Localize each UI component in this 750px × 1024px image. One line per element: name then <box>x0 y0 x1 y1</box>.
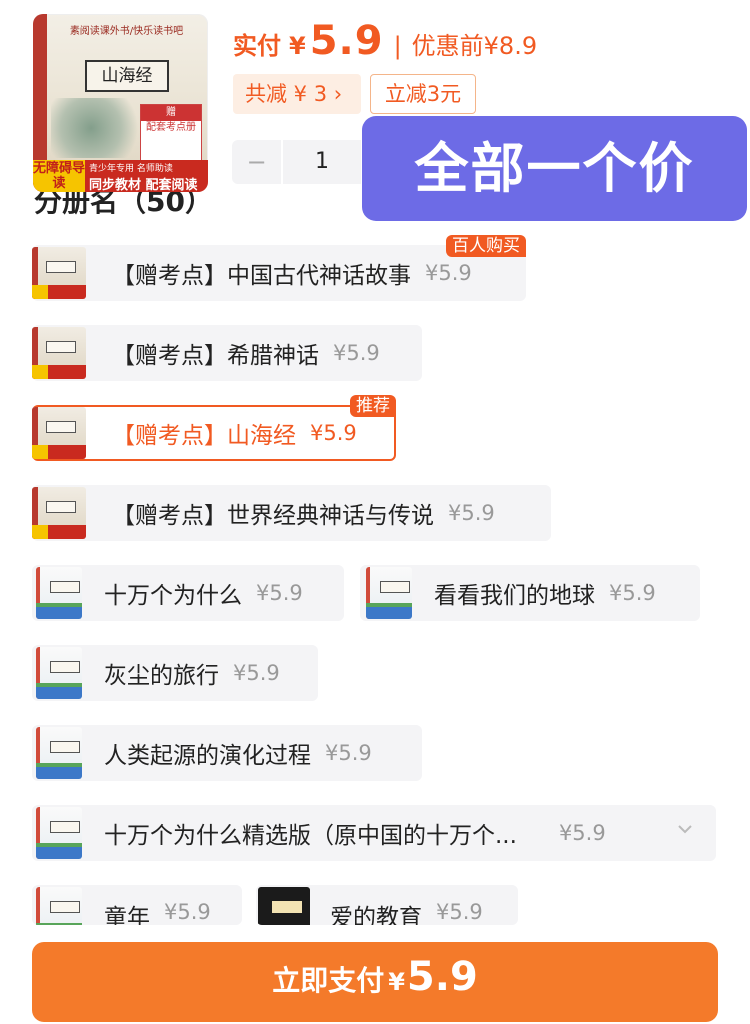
quantity-minus-button[interactable]: − <box>232 148 281 176</box>
option-thumbnail <box>36 647 82 699</box>
pay-now-button[interactable]: 立即支付 ¥ 5.9 <box>32 942 718 1022</box>
option-thumbnail <box>36 727 82 779</box>
pay-currency: ¥ <box>388 968 405 996</box>
option-chip[interactable]: 【赠考点】希腊神话 ¥5.9 <box>32 325 422 381</box>
option-thumbnail <box>36 807 82 859</box>
option-thumbnail <box>32 247 86 299</box>
pay-amount: 5.9 <box>406 954 478 1000</box>
option-thumbnail <box>32 407 86 459</box>
option-thumbnail <box>32 487 86 539</box>
option-chip[interactable]: 人类起源的演化过程 ¥5.9 <box>32 725 422 781</box>
cover-art <box>51 98 151 158</box>
option-price: ¥5.9 <box>448 501 495 525</box>
product-cover-image[interactable]: 素阅读课外书/快乐读书吧 山海经 赠 配套考点册 无障碍导读 青少年专用 名师助… <box>33 14 208 192</box>
option-chip[interactable]: 【赠考点】中国古代神话故事 ¥5.9 百人购买 <box>32 235 526 301</box>
option-label: 灰尘的旅行 <box>104 663 219 689</box>
actual-pay-label: 实付 <box>233 32 281 60</box>
option-price: ¥5.9 <box>558 821 606 845</box>
cover-stripe: 无障碍导读 青少年专用 名师助读 同步教材 配套阅读 <box>33 160 208 192</box>
promo-overlay-banner: 全部一个价 <box>362 116 747 221</box>
cover-gift-text: 配套考点册 <box>146 122 196 133</box>
option-thumbnail <box>258 887 310 925</box>
option-price: ¥5.9 <box>310 421 357 445</box>
currency-symbol: ¥ <box>289 32 306 60</box>
cover-stripe-sub: 青少年专用 名师助读 <box>89 164 173 174</box>
option-price: ¥5.9 <box>425 261 472 285</box>
option-label: 【赠考点】希腊神话 <box>112 343 319 369</box>
option-thumbnail <box>366 567 412 619</box>
price-separator: | <box>393 32 402 60</box>
cover-stripe-guide: 无障碍导读 <box>33 160 86 192</box>
option-price: ¥5.9 <box>333 341 380 365</box>
option-chip[interactable]: 【赠考点】世界经典神话与传说 ¥5.9 <box>32 485 551 541</box>
quantity-value[interactable]: 1 <box>281 140 363 184</box>
total-discount-tag[interactable]: 共减 ¥ 3 › <box>233 74 361 114</box>
popular-badge: 百人购买 <box>446 235 526 257</box>
option-label: 十万个为什么精选版（原中国的十万个... <box>104 823 517 849</box>
option-thumbnail <box>36 887 82 925</box>
option-chip-selected[interactable]: 【赠考点】山海经 ¥5.9 推荐 <box>32 395 396 461</box>
pay-now-label: 立即支付 <box>272 964 385 997</box>
original-price-label: 优惠前 <box>411 32 484 60</box>
option-chip[interactable]: 十万个为什么精选版（原中国的十万个... ¥5.9 <box>32 805 716 861</box>
cover-series-text: 素阅读课外书/快乐读书吧 <box>69 26 184 37</box>
option-chip[interactable]: 灰尘的旅行 ¥5.9 <box>32 645 318 701</box>
option-price: ¥5.9 <box>256 581 303 605</box>
option-chip[interactable]: 爱的教育 ¥5.9 <box>256 885 518 925</box>
cover-gift-badge: 赠 配套考点册 <box>140 104 202 166</box>
original-price: ¥8.9 <box>483 32 538 60</box>
option-label: 【赠考点】中国古代神话故事 <box>112 263 411 289</box>
option-thumbnail <box>36 567 82 619</box>
cover-title: 山海经 <box>85 60 169 92</box>
cover-gift-head: 赠 <box>141 105 201 121</box>
option-chip[interactable]: 看看我们的地球 ¥5.9 <box>360 565 700 621</box>
option-label: 【赠考点】山海经 <box>112 423 296 449</box>
option-label: 爱的教育 <box>330 905 422 925</box>
option-price: ¥5.9 <box>325 741 372 765</box>
recommended-badge: 推荐 <box>350 395 396 417</box>
option-chip[interactable]: 童年 ¥5.9 <box>32 885 242 925</box>
option-chip[interactable]: 十万个为什么 ¥5.9 <box>32 565 344 621</box>
direct-discount-tag: 立减3元 <box>370 74 476 114</box>
actual-price: 5.9 <box>309 18 384 64</box>
price-row: 实付 ¥ 5.9 | 优惠前 ¥8.9 <box>233 18 537 68</box>
option-price: ¥5.9 <box>436 900 483 924</box>
cover-stripe-main: 同步教材 配套阅读 <box>89 178 198 192</box>
chevron-down-icon[interactable] <box>676 819 694 844</box>
option-thumbnail <box>32 327 86 379</box>
option-price: ¥5.9 <box>233 661 280 685</box>
option-label: 十万个为什么 <box>104 583 242 609</box>
option-price: ¥5.9 <box>164 900 211 924</box>
option-label: 人类起源的演化过程 <box>104 743 311 769</box>
option-label: 看看我们的地球 <box>434 583 595 609</box>
option-label: 童年 <box>104 905 150 925</box>
option-price: ¥5.9 <box>609 581 656 605</box>
option-label: 【赠考点】世界经典神话与传说 <box>112 503 434 529</box>
